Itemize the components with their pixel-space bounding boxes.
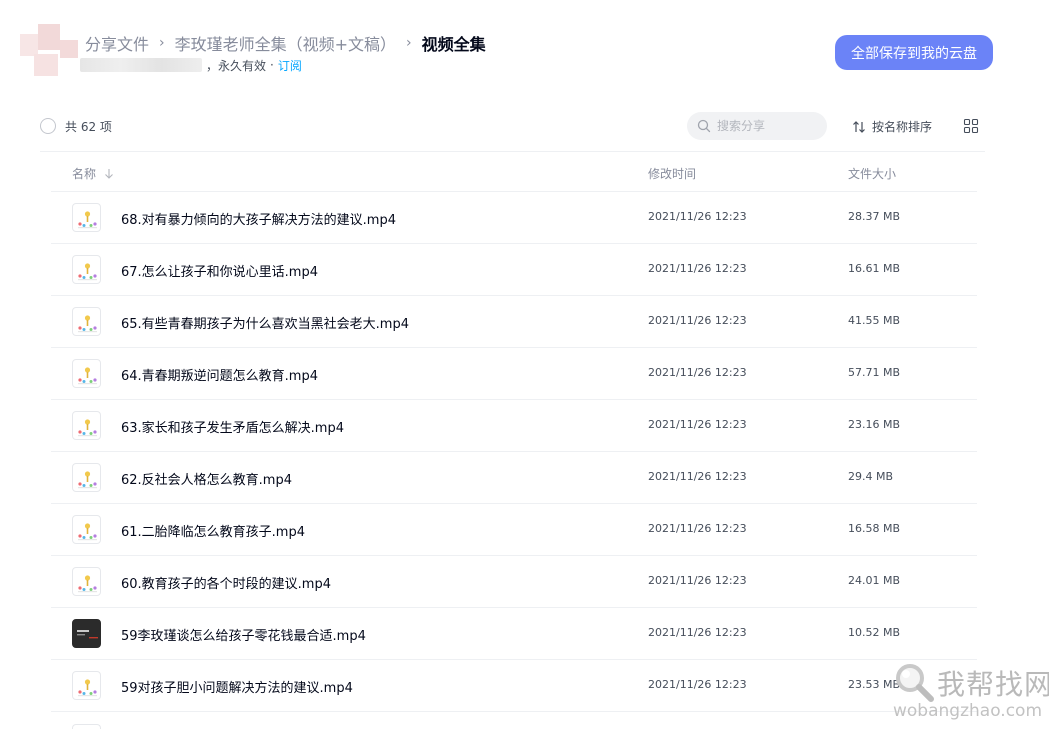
sharer-name-blurred	[80, 58, 202, 72]
file-size: 29.4 MB	[848, 470, 894, 483]
watermark: 我帮找网 wobangzhao.com	[893, 655, 1049, 729]
table-row[interactable]: 65.有些青春期孩子为什么喜欢当黑社会老大.mp4 2021/11/26 12:2…	[51, 296, 977, 348]
file-modified-time: 2021/11/26 12:23	[648, 314, 747, 327]
file-name[interactable]: 59对孩子胆小问题解决方法的建议.mp4	[121, 677, 353, 696]
column-name-label: 名称	[72, 167, 97, 181]
video-thumbnail-icon	[72, 411, 101, 440]
table-row[interactable]: 59对孩子胆小问题解决方法的建议.mp4 2021/11/26 12:23 23.5…	[51, 660, 977, 712]
breadcrumb-collection[interactable]: 李玫瑾老师全集（视频+文稿）	[175, 31, 396, 55]
file-modified-time: 2021/11/26 12:23	[648, 678, 747, 691]
sort-label: 按名称排序	[872, 120, 933, 134]
table-row[interactable]: 62.反社会人格怎么教育.mp4 2021/11/26 12:23 29.4 MB	[51, 452, 977, 504]
watermark-url: wobangzhao.com	[893, 701, 1043, 721]
select-all-checkbox[interactable]	[40, 118, 56, 134]
table-row[interactable]: 60.教育孩子的各个时段的建议.mp4 2021/11/26 12:23 24.01…	[51, 556, 977, 608]
column-time-header[interactable]: 修改时间	[648, 165, 696, 182]
table-row[interactable]: 68.对有暴力倾向的大孩子解决方法的建议.mp4 2021/11/26 12:23…	[51, 192, 977, 244]
validity-text: 永久有效	[218, 58, 267, 73]
search-icon	[697, 119, 711, 133]
file-size: 57.71 MB	[848, 366, 901, 379]
breadcrumb-separator: ›	[406, 35, 412, 51]
grid-view-icon[interactable]	[963, 118, 979, 134]
search-input[interactable]	[717, 119, 817, 133]
share-info: ， 永久有效 · 订阅	[80, 57, 302, 73]
subline-separator: ·	[270, 58, 274, 72]
sort-button[interactable]: 按名称排序	[852, 118, 932, 135]
share-header: 分享文件 › 李玫瑾老师全集（视频+文稿） › 视频全集 ， 永久有效 · 订阅…	[0, 0, 1049, 96]
file-name[interactable]: 68.对有暴力倾向的大孩子解决方法的建议.mp4	[121, 209, 396, 228]
table-row[interactable]: 59李玫瑾谈怎么给孩子零花钱最合适.mp4 2021/11/26 12:23 10.…	[51, 608, 977, 660]
video-thumbnail-icon	[72, 463, 101, 492]
video-thumbnail-icon	[72, 359, 101, 388]
file-name[interactable]: 63.家长和孩子发生矛盾怎么解决.mp4	[121, 417, 344, 436]
file-name[interactable]: 61.二胎降临怎么教育孩子.mp4	[121, 521, 305, 540]
file-modified-time: 2021/11/26 12:23	[648, 470, 747, 483]
subscribe-link[interactable]: 订阅	[278, 57, 302, 74]
search-box[interactable]	[687, 112, 827, 140]
file-list: 68.对有暴力倾向的大孩子解决方法的建议.mp4 2021/11/26 12:23…	[51, 192, 977, 712]
breadcrumb: 分享文件 › 李玫瑾老师全集（视频+文稿） › 视频全集	[85, 31, 486, 55]
video-thumbnail-icon	[72, 619, 101, 648]
item-count: 共 62 项	[65, 120, 112, 134]
breadcrumb-current-folder: 视频全集	[421, 35, 486, 54]
sharer-avatar	[20, 24, 80, 80]
file-modified-time: 2021/11/26 12:23	[648, 210, 747, 223]
sort-icon	[853, 120, 865, 133]
table-row[interactable]: 61.二胎降临怎么教育孩子.mp4 2021/11/26 12:23 16.58 M…	[51, 504, 977, 556]
file-size: 16.61 MB	[848, 262, 901, 275]
partial-row-thumbnail	[72, 724, 101, 729]
file-name[interactable]: 59李玫瑾谈怎么给孩子零花钱最合适.mp4	[121, 625, 366, 644]
file-size: 16.58 MB	[848, 522, 901, 535]
file-table: 名称 修改时间 文件大小 68.对有暴力倾向的大孩子解决方法的建议.mp4 202…	[51, 152, 977, 712]
column-size-header[interactable]: 文件大小	[848, 165, 896, 182]
file-modified-time: 2021/11/26 12:23	[648, 418, 747, 431]
video-thumbnail-icon	[72, 255, 101, 284]
file-modified-time: 2021/11/26 12:23	[648, 262, 747, 275]
table-header: 名称 修改时间 文件大小	[51, 152, 977, 192]
file-size: 41.55 MB	[848, 314, 901, 327]
file-modified-time: 2021/11/26 12:23	[648, 366, 747, 379]
video-thumbnail-icon	[72, 307, 101, 336]
subline-prefix: ，	[206, 58, 219, 73]
file-name[interactable]: 64.青春期叛逆问题怎么教育.mp4	[121, 365, 318, 384]
file-name[interactable]: 65.有些青春期孩子为什么喜欢当黑社会老大.mp4	[121, 313, 409, 332]
column-name-header[interactable]: 名称	[72, 165, 114, 182]
file-modified-time: 2021/11/26 12:23	[648, 626, 747, 639]
save-all-button[interactable]: 全部保存到我的云盘	[835, 35, 993, 70]
file-modified-time: 2021/11/26 12:23	[648, 574, 747, 587]
file-size: 28.37 MB	[848, 210, 901, 223]
toolbar: 共 62 项 按名称排序	[40, 110, 985, 142]
file-name[interactable]: 62.反社会人格怎么教育.mp4	[121, 469, 292, 488]
table-row[interactable]: 63.家长和孩子发生矛盾怎么解决.mp4 2021/11/26 12:23 23.1…	[51, 400, 977, 452]
file-name[interactable]: 67.怎么让孩子和你说心里话.mp4	[121, 261, 318, 280]
video-thumbnail-icon	[72, 671, 101, 700]
video-thumbnail-icon	[72, 567, 101, 596]
sort-down-icon	[105, 168, 113, 179]
video-thumbnail-icon	[72, 515, 101, 544]
video-thumbnail-icon	[72, 203, 101, 232]
file-size: 10.52 MB	[848, 626, 901, 639]
file-modified-time: 2021/11/26 12:23	[648, 522, 747, 535]
magnifier-watermark-icon	[896, 664, 934, 702]
file-name[interactable]: 60.教育孩子的各个时段的建议.mp4	[121, 573, 331, 592]
table-row[interactable]: 67.怎么让孩子和你说心里话.mp4 2021/11/26 12:23 16.61 …	[51, 244, 977, 296]
watermark-text: 我帮找网	[937, 668, 1049, 701]
file-size: 24.01 MB	[848, 574, 901, 587]
file-size: 23.16 MB	[848, 418, 901, 431]
breadcrumb-share-files[interactable]: 分享文件	[85, 31, 149, 55]
table-row[interactable]: 64.青春期叛逆问题怎么教育.mp4 2021/11/26 12:23 57.71 …	[51, 348, 977, 400]
breadcrumb-separator: ›	[159, 35, 165, 51]
